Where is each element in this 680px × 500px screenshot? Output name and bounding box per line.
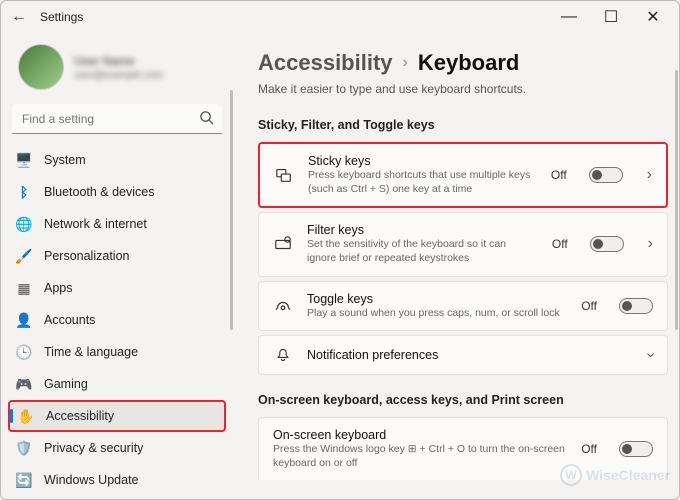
- card-title: Notification preferences: [307, 348, 624, 362]
- filter-keys-toggle[interactable]: [590, 236, 624, 252]
- update-icon: 🔄: [16, 472, 32, 488]
- sticky-keys-toggle[interactable]: [589, 167, 623, 183]
- profile[interactable]: User Name user@example.com: [0, 34, 234, 104]
- sidebar-item-apps[interactable]: ▦ Apps: [8, 272, 226, 304]
- sidebar-item-label: Apps: [44, 281, 73, 295]
- toggle-keys-icon: [273, 297, 293, 315]
- sidebar-item-label: Gaming: [44, 377, 88, 391]
- accounts-icon: 👤: [16, 312, 32, 328]
- card-description: Set the sensitivity of the keyboard so i…: [307, 238, 538, 265]
- toggle-state-label: Off: [581, 299, 597, 313]
- section-sticky-filter-toggle: Sticky, Filter, and Toggle keys: [258, 118, 668, 132]
- system-icon: 🖥️: [16, 152, 32, 168]
- nav-list: 🖥️ System ᛒ Bluetooth & devices 🌐 Network &…: [0, 144, 234, 496]
- privacy-icon: 🛡️: [16, 440, 32, 456]
- chevron-right-icon[interactable]: ›: [648, 235, 653, 253]
- apps-icon: ▦: [16, 280, 32, 296]
- toggle-keys-card[interactable]: Toggle keys Play a sound when you press …: [258, 281, 668, 332]
- main-scrollbar[interactable]: [675, 70, 678, 330]
- chevron-down-icon[interactable]: ›: [641, 353, 659, 358]
- filter-keys-icon: [273, 235, 293, 253]
- profile-email: user@example.com: [74, 70, 163, 81]
- search-input[interactable]: [12, 104, 222, 134]
- sidebar-item-privacy[interactable]: 🛡️ Privacy & security: [8, 432, 226, 464]
- card-title: Sticky keys: [308, 154, 537, 168]
- sidebar-item-label: Bluetooth & devices: [44, 185, 155, 199]
- sidebar-item-accessibility[interactable]: ✋ Accessibility: [8, 400, 226, 432]
- toggle-state-label: Off: [552, 237, 568, 251]
- sidebar-item-label: Network & internet: [44, 217, 147, 231]
- profile-name: User Name: [74, 54, 163, 68]
- search-icon: [199, 110, 214, 130]
- sidebar-item-label: Accessibility: [46, 409, 114, 423]
- page-subtitle: Make it easier to type and use keyboard …: [258, 82, 668, 96]
- watermark-text: WiseCleaner: [586, 467, 670, 483]
- sidebar-item-update[interactable]: 🔄 Windows Update: [8, 464, 226, 496]
- card-description: Press the Windows logo key ⊞ + Ctrl + O …: [273, 443, 567, 470]
- breadcrumb: Accessibility › Keyboard: [258, 34, 668, 76]
- sidebar-item-accounts[interactable]: 👤 Accounts: [8, 304, 226, 336]
- card-description: Press keyboard shortcuts that use multip…: [308, 169, 537, 196]
- card-title: On-screen keyboard: [273, 428, 567, 442]
- back-button[interactable]: ←: [6, 4, 32, 30]
- maximize-icon: ☐: [604, 7, 618, 27]
- close-icon: ✕: [646, 7, 659, 27]
- chevron-right-icon[interactable]: ›: [647, 166, 652, 184]
- minimize-icon: —: [561, 8, 577, 26]
- breadcrumb-current: Keyboard: [418, 50, 519, 76]
- watermark-logo-icon: W: [560, 464, 582, 486]
- accessibility-icon: ✋: [18, 408, 34, 424]
- sidebar-item-system[interactable]: 🖥️ System: [8, 144, 226, 176]
- sidebar-item-network[interactable]: 🌐 Network & internet: [8, 208, 226, 240]
- sticky-keys-icon: [274, 166, 294, 184]
- back-arrow-icon: ←: [11, 8, 27, 26]
- window-title: Settings: [40, 10, 83, 24]
- on-screen-keyboard-toggle[interactable]: [619, 441, 653, 457]
- card-title: Toggle keys: [307, 292, 567, 306]
- main-panel: Accessibility › Keyboard Make it easier …: [234, 34, 680, 500]
- card-title: Filter keys: [307, 223, 538, 237]
- sidebar-item-label: Personalization: [44, 249, 129, 263]
- toggle-state-label: Off: [581, 442, 597, 456]
- watermark: W WiseCleaner: [560, 464, 670, 486]
- minimize-button[interactable]: —: [548, 2, 590, 32]
- sidebar-item-bluetooth[interactable]: ᛒ Bluetooth & devices: [8, 176, 226, 208]
- sidebar-item-personalization[interactable]: 🖌️ Personalization: [8, 240, 226, 272]
- bluetooth-icon: ᛒ: [16, 184, 32, 200]
- sidebar-item-label: Accounts: [44, 313, 95, 327]
- card-description: Play a sound when you press caps, num, o…: [307, 307, 567, 321]
- bell-icon: [273, 347, 293, 363]
- avatar: [18, 44, 64, 90]
- filter-keys-card[interactable]: Filter keys Set the sensitivity of the k…: [258, 212, 668, 276]
- sidebar-item-label: Privacy & security: [44, 441, 143, 455]
- sidebar: User Name user@example.com 🖥️ System ᛒ Blu…: [0, 34, 234, 500]
- gaming-icon: 🎮: [16, 376, 32, 392]
- sidebar-scrollbar[interactable]: [230, 90, 233, 330]
- search-box[interactable]: [12, 104, 222, 134]
- sidebar-item-label: Time & language: [44, 345, 138, 359]
- sidebar-item-label: System: [44, 153, 86, 167]
- sidebar-item-time[interactable]: 🕒 Time & language: [8, 336, 226, 368]
- titlebar: ← Settings — ☐ ✕: [0, 0, 680, 34]
- maximize-button[interactable]: ☐: [590, 2, 632, 32]
- notification-preferences-card[interactable]: Notification preferences ›: [258, 335, 668, 375]
- time-icon: 🕒: [16, 344, 32, 360]
- toggle-state-label: Off: [551, 168, 567, 182]
- network-icon: 🌐: [16, 216, 32, 232]
- sticky-keys-card[interactable]: Sticky keys Press keyboard shortcuts tha…: [258, 142, 668, 208]
- sidebar-item-gaming[interactable]: 🎮 Gaming: [8, 368, 226, 400]
- section-onscreen-keyboard: On-screen keyboard, access keys, and Pri…: [258, 393, 668, 407]
- close-button[interactable]: ✕: [632, 2, 674, 32]
- breadcrumb-parent[interactable]: Accessibility: [258, 50, 393, 76]
- sidebar-item-label: Windows Update: [44, 473, 139, 487]
- chevron-right-icon: ›: [403, 54, 408, 72]
- toggle-keys-toggle[interactable]: [619, 298, 653, 314]
- personalization-icon: 🖌️: [16, 248, 32, 264]
